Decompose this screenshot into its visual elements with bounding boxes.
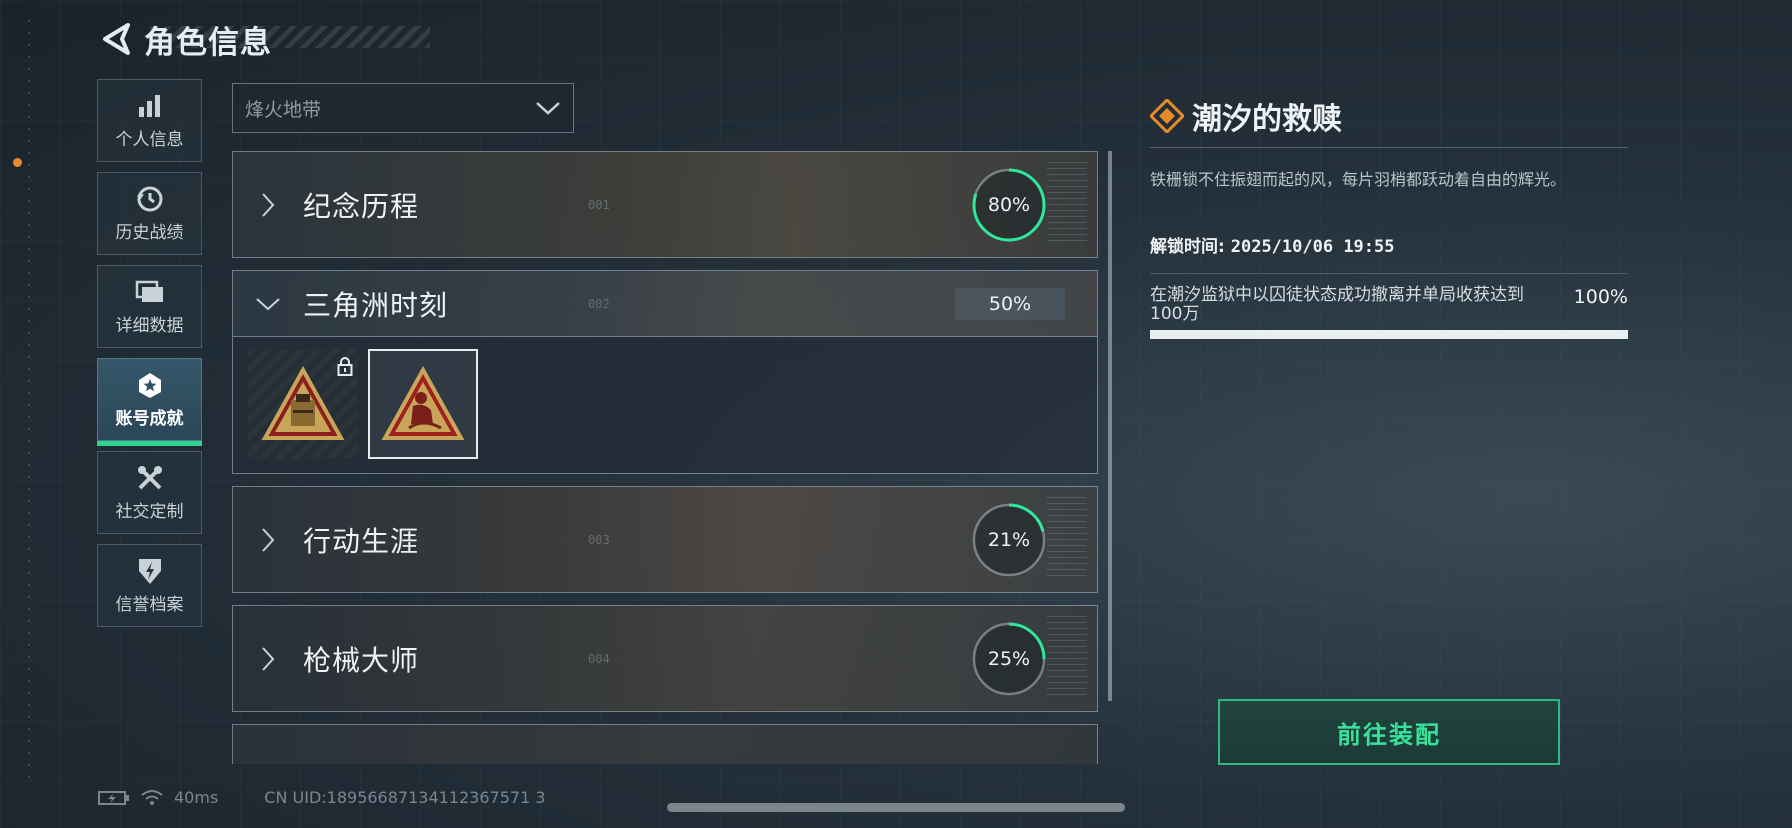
shield-icon [135,556,165,586]
monkey-badge-icon [381,366,465,440]
condition-progress-bar [1150,330,1628,339]
category-index: 001 [588,197,610,212]
category-index: 003 [588,532,610,547]
achievement-badge-crate[interactable] [248,349,358,459]
chevron-right-icon [233,646,303,672]
condition-percent: 100% [1573,286,1628,308]
sidebar-item-history[interactable]: 历史战绩 [97,172,202,255]
progress-ring: 21% [971,502,1047,578]
page-title: 角色信息 [144,24,272,61]
category-memorial[interactable]: 纪念历程 001 80% [232,151,1098,258]
header: 角色信息 [96,16,272,62]
player-uid: CN UID:18956687134112367571 3 [264,788,546,807]
achievement-badge-monkey[interactable] [368,349,478,459]
tech-decoration [1047,162,1087,242]
ping-value: 40ms [174,788,219,807]
sidebar-item-label: 信誉档案 [115,595,184,615]
back-arrow-icon [103,23,130,55]
category-name: 三角洲时刻 [303,288,449,322]
unlock-time-label: 解锁时间: [1150,237,1225,257]
sidebar: 个人信息 历史战绩 详细数据 账号成就 社交定制 信誉档案 [97,79,202,637]
bar-chart-icon [135,91,165,121]
chevron-right-icon [233,527,303,553]
notification-dot [13,158,22,167]
diamond-icon [1150,99,1184,133]
sidebar-item-achievements[interactable]: 账号成就 [97,358,202,446]
chevron-down-icon [536,102,560,115]
achievement-description: 铁栅锁不住振翅而起的风，每片羽梢都跃动着自由的辉光。 [1150,170,1567,189]
achievement-title: 潮汐的救赎 [1192,102,1342,137]
sidebar-item-label: 详细数据 [115,316,184,336]
sidebar-item-label: 账号成就 [115,409,184,429]
category-operation-career[interactable]: 行动生涯 003 21% [232,486,1098,593]
unlock-time: 解锁时间: 2025/10/06 19:55 [1150,232,1628,257]
category-delta-moments[interactable]: 三角洲时刻 002 50% [232,270,1098,474]
mode-dropdown-value: 烽火地带 [245,98,322,121]
category-name: 行动生涯 [303,524,420,558]
sidebar-item-credit[interactable]: 信誉档案 [97,544,202,627]
sidebar-item-label: 社交定制 [115,502,184,522]
tools-icon [135,463,165,493]
progress-percent: 80% [987,193,1031,216]
divider [1150,273,1628,274]
back-button[interactable] [96,19,136,59]
category-partial[interactable] [232,724,1098,764]
chevron-down-icon [233,297,303,311]
sidebar-item-social[interactable]: 社交定制 [97,451,202,534]
unlock-time-value: 2025/10/06 19:55 [1230,237,1395,257]
sidebar-item-label: 历史战绩 [115,223,184,243]
lock-icon [337,356,353,380]
achievement-category-list[interactable]: 纪念历程 001 80% 三角洲时刻 002 50% 行动生涯 003 21% … [232,151,1098,764]
progress-percent: 50% [955,288,1065,320]
go-equip-label: 前往装配 [1337,720,1441,749]
achievement-icon [135,370,165,400]
category-banner-image [233,725,1097,764]
category-badge-grid [233,337,1097,473]
list-scrollbar[interactable] [1108,151,1112,701]
tech-decoration [1047,497,1087,577]
progress-percent: 25% [987,647,1031,670]
mode-dropdown[interactable]: 烽火地带 [232,83,574,133]
category-weapon-master[interactable]: 枪械大师 004 25% [232,605,1098,712]
divider [1150,147,1628,148]
crate-badge-icon [261,366,345,440]
progress-ring: 25% [971,621,1047,697]
sidebar-item-details[interactable]: 详细数据 [97,265,202,348]
sidebar-item-label: 个人信息 [115,130,184,150]
progress-percent: 21% [987,528,1031,551]
battery-icon [98,790,129,805]
achievement-condition: 在潮汐监狱中以囚徒状态成功撤离并单局收获达到100万 [1150,285,1524,324]
category-index: 004 [588,651,610,666]
history-icon [135,184,165,214]
category-name: 枪械大师 [303,643,420,677]
chevron-right-icon [233,192,303,218]
achievement-detail-panel: 潮汐的救赎 铁栅锁不住振翅而起的风，每片羽梢都跃动着自由的辉光。 解锁时间: 2… [1150,95,1628,339]
progress-ring: 80% [971,167,1047,243]
category-index: 002 [588,296,610,311]
folder-icon [135,277,165,307]
category-name: 纪念历程 [303,189,420,223]
sidebar-item-personal-info[interactable]: 个人信息 [97,79,202,162]
tech-decoration [1047,616,1087,696]
left-ruler [28,20,30,780]
home-indicator[interactable] [667,803,1125,812]
go-equip-button[interactable]: 前往装配 [1218,699,1560,765]
wifi-icon [141,789,163,805]
status-footer: 40ms CN UID:18956687134112367571 3 [98,788,546,807]
